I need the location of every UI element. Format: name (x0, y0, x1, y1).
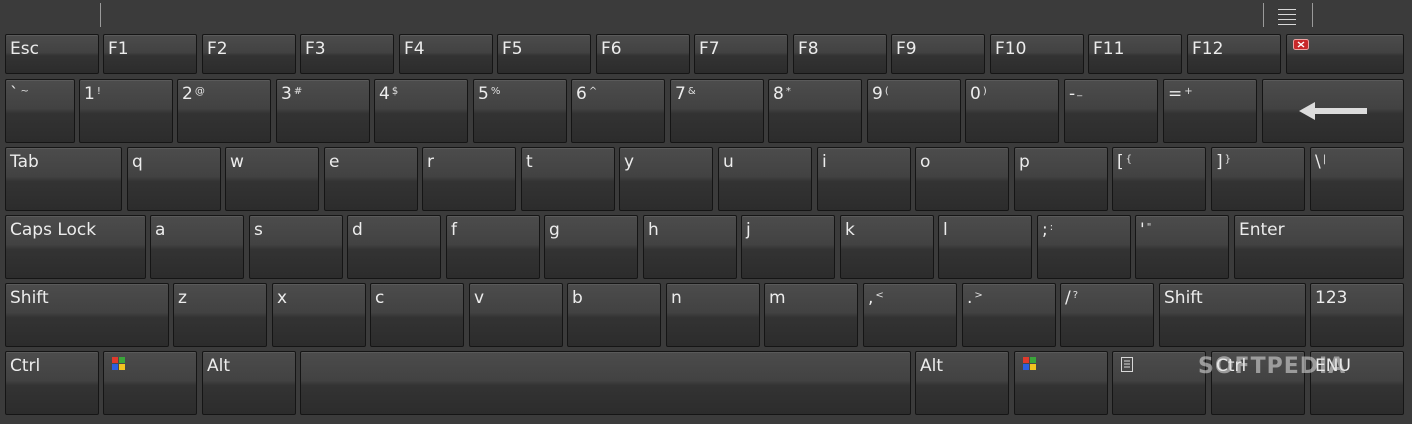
key-m[interactable]: m (764, 283, 858, 347)
key-6[interactable]: 6 ^ (571, 79, 665, 143)
key-1[interactable]: 1! (79, 79, 173, 143)
key-semicolon[interactable]: ;: (1037, 215, 1131, 279)
windows-logo-icon (112, 357, 126, 371)
key-f3[interactable]: F3 (300, 34, 394, 74)
key-f5[interactable]: F5 (497, 34, 591, 74)
key-q[interactable]: q (127, 147, 221, 211)
toolbar-divider (1312, 3, 1313, 27)
key-y[interactable]: y (619, 147, 713, 211)
backspace-arrow-icon (1299, 102, 1367, 120)
key-z[interactable]: z (173, 283, 267, 347)
key-d[interactable]: d (347, 215, 441, 279)
key-h[interactable]: h (643, 215, 737, 279)
key-right-bracket[interactable]: ]} (1211, 147, 1305, 211)
key-0[interactable]: 0) (965, 79, 1059, 143)
key-shift-right[interactable]: Shift (1159, 283, 1306, 347)
top-toolbar (0, 0, 1412, 30)
key-j[interactable]: j (741, 215, 835, 279)
close-icon (1293, 39, 1309, 50)
menu-icon[interactable] (1272, 4, 1302, 26)
key-b[interactable]: b (567, 283, 661, 347)
key-f[interactable]: f (446, 215, 540, 279)
key-t[interactable]: t (521, 147, 615, 211)
key-equals[interactable]: = + (1163, 79, 1257, 143)
key-win-right[interactable] (1014, 351, 1108, 415)
key-f6[interactable]: F6 (596, 34, 690, 74)
key-f10[interactable]: F10 (990, 34, 1084, 74)
key-tab[interactable]: Tab (5, 147, 122, 211)
key-n[interactable]: n (666, 283, 760, 347)
key-i[interactable]: i (817, 147, 911, 211)
key-r[interactable]: r (422, 147, 516, 211)
key-9[interactable]: 9( (867, 79, 961, 143)
key-7[interactable]: 7 & (670, 79, 764, 143)
key-quote[interactable]: ' " (1135, 215, 1229, 279)
key-g[interactable]: g (544, 215, 638, 279)
key-enter[interactable]: Enter (1234, 215, 1404, 279)
key-minus[interactable]: - _ (1064, 79, 1158, 143)
key-f9[interactable]: F9 (891, 34, 985, 74)
key-ctrl-left[interactable]: Ctrl (5, 351, 99, 415)
key-f1[interactable]: F1 (103, 34, 197, 74)
key-shift-left[interactable]: Shift (5, 283, 169, 347)
key-ctrl-right[interactable]: Ctrl (1211, 351, 1305, 415)
close-button[interactable] (1286, 34, 1404, 74)
key-p[interactable]: p (1014, 147, 1108, 211)
key-f4[interactable]: F4 (399, 34, 493, 74)
key-s[interactable]: s (249, 215, 343, 279)
key-period[interactable]: . > (962, 283, 1056, 347)
key-x[interactable]: x (272, 283, 366, 347)
key-menu[interactable] (1112, 351, 1206, 415)
key-f2[interactable]: F2 (202, 34, 296, 74)
key-c[interactable]: c (370, 283, 464, 347)
key-caps-lock[interactable]: Caps Lock (5, 215, 146, 279)
key-f11[interactable]: F11 (1088, 34, 1182, 74)
toolbar-divider (100, 3, 101, 27)
key-comma[interactable]: , < (863, 283, 957, 347)
windows-logo-icon (1023, 357, 1037, 371)
key-esc[interactable]: Esc (5, 34, 99, 74)
key-e[interactable]: e (324, 147, 418, 211)
key-space[interactable] (300, 351, 911, 415)
key-slash[interactable]: /? (1060, 283, 1154, 347)
key-win-left[interactable] (103, 351, 197, 415)
toolbar-divider (1263, 3, 1264, 27)
key-o[interactable]: o (915, 147, 1009, 211)
key-w[interactable]: w (225, 147, 319, 211)
key-v[interactable]: v (469, 283, 563, 347)
key-backtick[interactable]: ` ~ (5, 79, 75, 143)
key-backspace[interactable] (1262, 79, 1404, 143)
key-backslash[interactable]: \ | (1310, 147, 1404, 211)
key-a[interactable]: a (150, 215, 244, 279)
key-5[interactable]: 5% (473, 79, 567, 143)
context-menu-icon (1121, 357, 1133, 372)
key-left-bracket[interactable]: [{ (1112, 147, 1206, 211)
key-alt-right[interactable]: Alt (915, 351, 1009, 415)
key-8[interactable]: 8 * (768, 79, 862, 143)
key-f12[interactable]: F12 (1187, 34, 1281, 74)
key-f7[interactable]: F7 (694, 34, 788, 74)
key-language[interactable]: ENU (1310, 351, 1404, 415)
key-f8[interactable]: F8 (793, 34, 887, 74)
key-4[interactable]: 4 $ (374, 79, 468, 143)
key-3[interactable]: 3 # (276, 79, 370, 143)
key-numpad-toggle[interactable]: 123 (1310, 283, 1404, 347)
key-u[interactable]: u (718, 147, 812, 211)
key-alt-left[interactable]: Alt (202, 351, 296, 415)
key-2[interactable]: 2 @ (177, 79, 271, 143)
key-k[interactable]: k (840, 215, 934, 279)
key-l[interactable]: l (938, 215, 1032, 279)
